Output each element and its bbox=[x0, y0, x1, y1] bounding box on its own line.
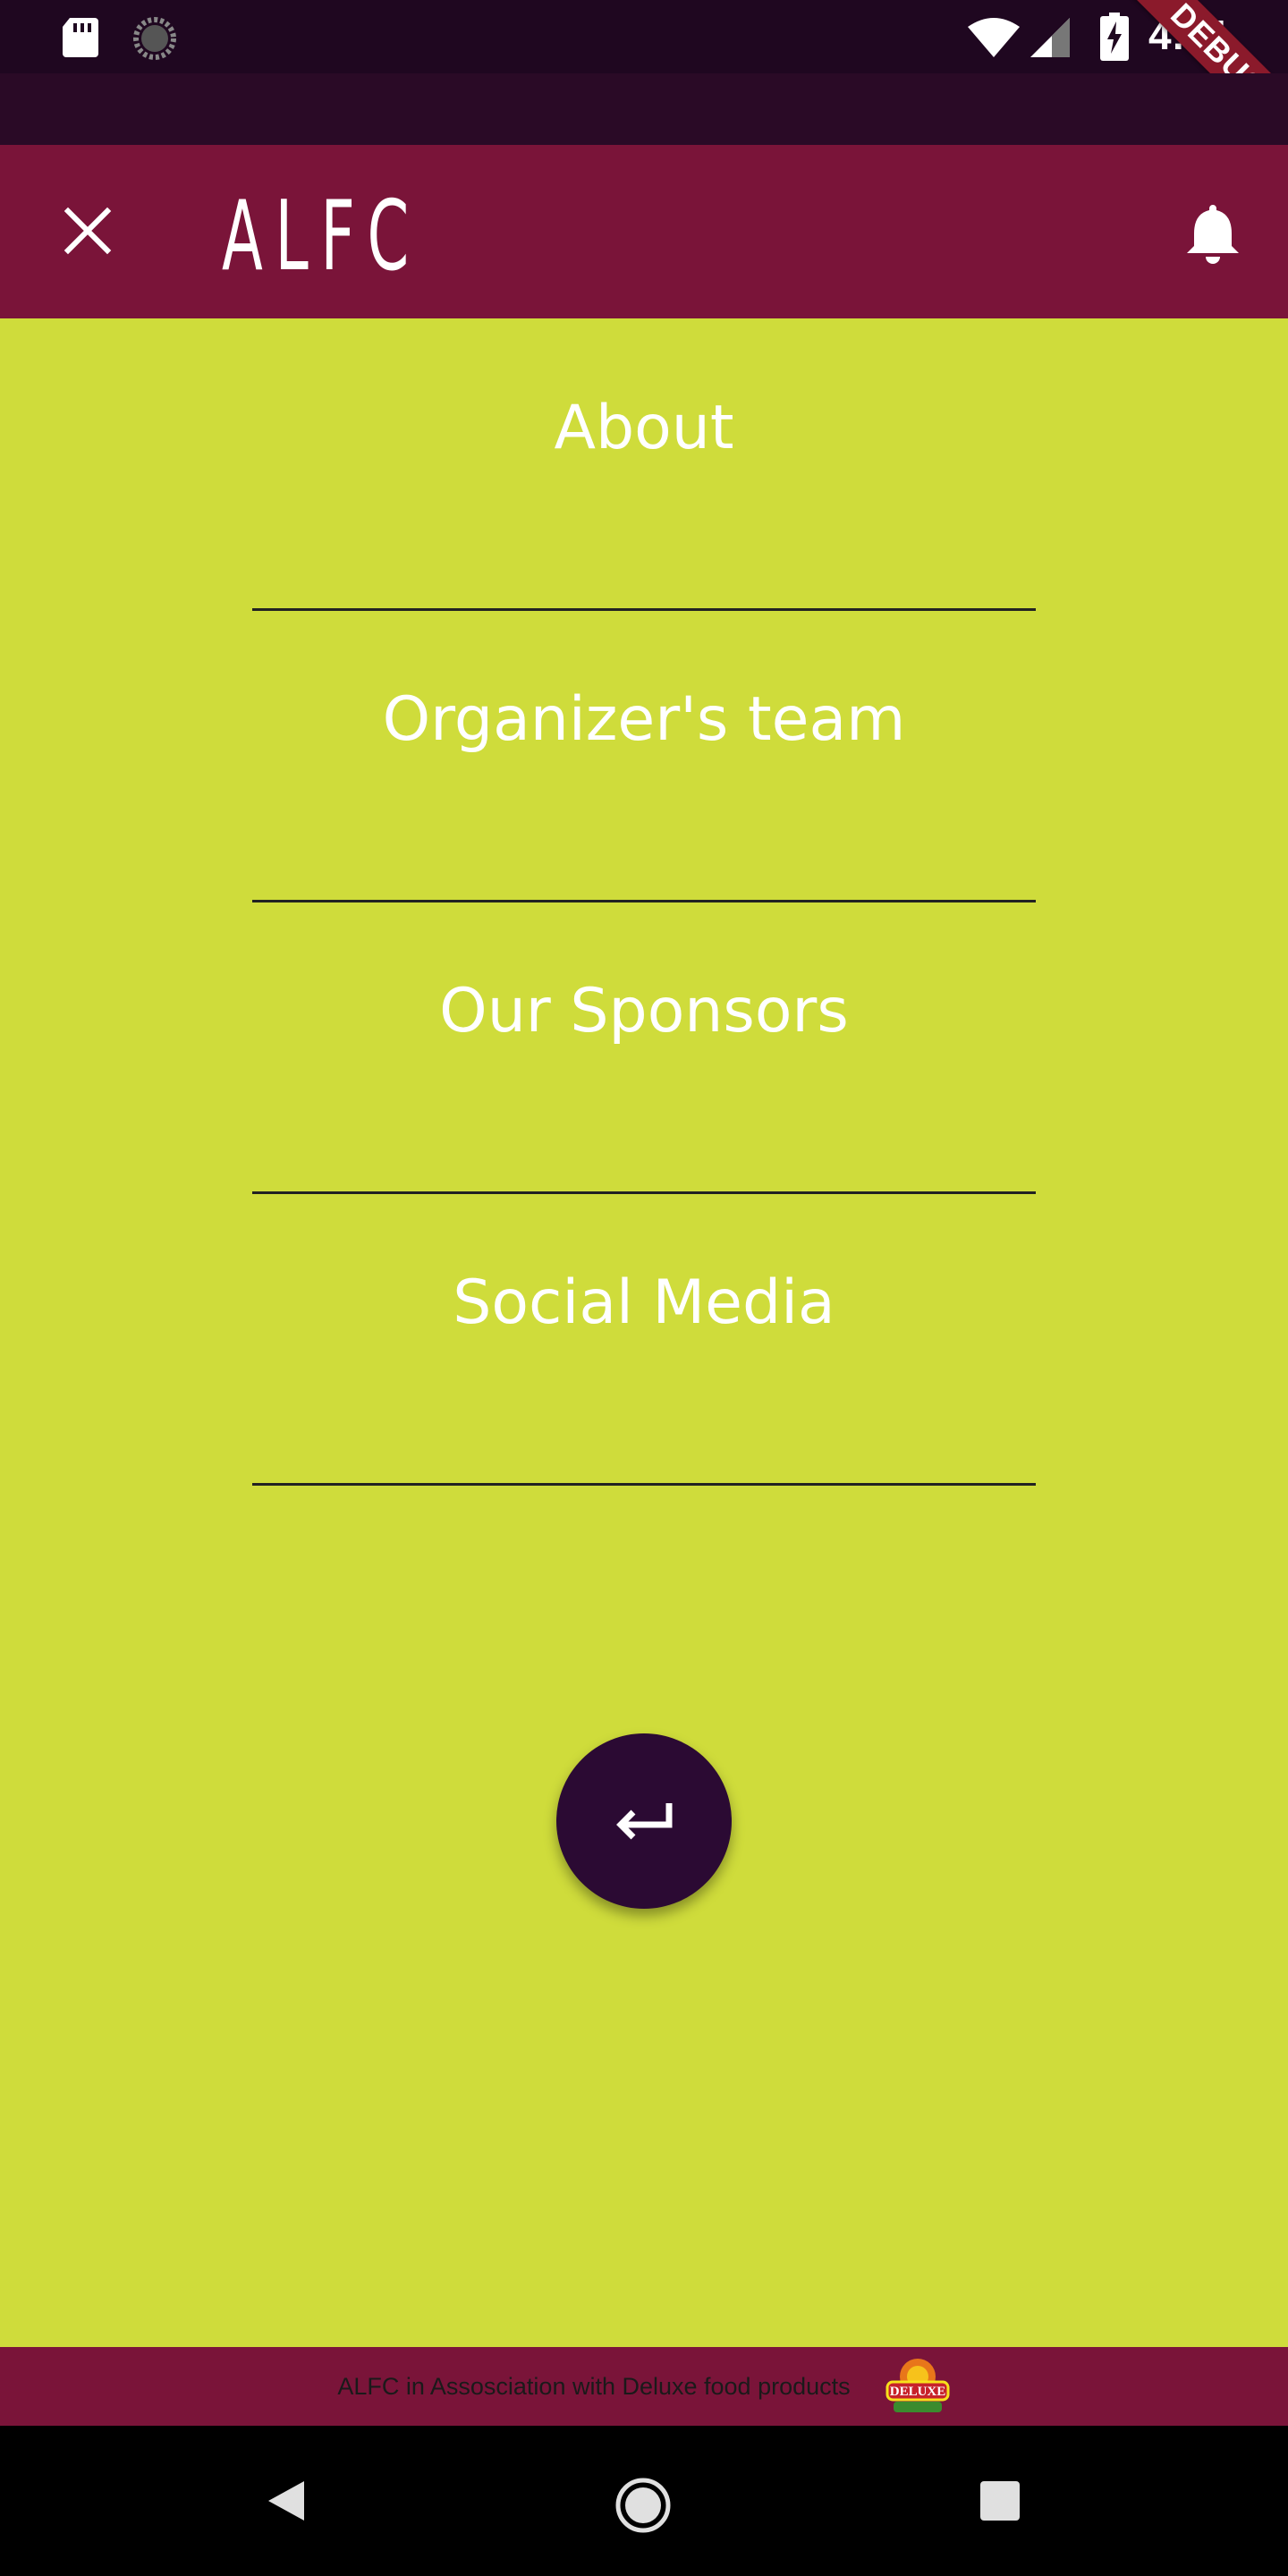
status-bar-extension bbox=[0, 73, 1288, 145]
back-icon[interactable] bbox=[265, 2478, 308, 2524]
home-icon[interactable] bbox=[614, 2476, 673, 2535]
menu-item-our-sponsors[interactable]: Our Sponsors bbox=[252, 902, 1036, 1194]
logo-text: DELUXE bbox=[889, 2385, 945, 2399]
sd-card-icon bbox=[63, 18, 98, 57]
menu-item-label: Organizer's team bbox=[382, 683, 906, 755]
spinner-icon bbox=[133, 17, 176, 60]
menu-item-label: About bbox=[554, 392, 734, 463]
menu-item-social-media[interactable]: Social Media bbox=[252, 1193, 1036, 1486]
menu-item-organizers-team[interactable]: Organizer's team bbox=[252, 610, 1036, 902]
app-bar: ALFC bbox=[0, 145, 1288, 318]
menu-item-label: Our Sponsors bbox=[439, 975, 849, 1046]
deluxe-logo: DELUXE bbox=[886, 2359, 950, 2412]
return-arrow-icon bbox=[616, 1803, 673, 1840]
return-button[interactable] bbox=[556, 1733, 732, 1909]
app-title: ALFC bbox=[222, 181, 421, 292]
footer-banner: ALFC in Assosciation with Deluxe food pr… bbox=[0, 2347, 1288, 2426]
recents-icon[interactable] bbox=[980, 2481, 1020, 2521]
close-icon bbox=[64, 207, 112, 255]
footer-text: ALFC in Assosciation with Deluxe food pr… bbox=[337, 2372, 851, 2400]
battery-charging-icon bbox=[1100, 13, 1129, 61]
menu-item-label: Social Media bbox=[453, 1267, 835, 1338]
status-bar: 4:31 DEBUG bbox=[0, 0, 1288, 153]
close-button[interactable] bbox=[54, 197, 122, 265]
menu-item-about[interactable]: About bbox=[252, 318, 1036, 611]
system-nav-bar bbox=[0, 2426, 1288, 2576]
signal-icon bbox=[1030, 18, 1070, 57]
notification-button[interactable] bbox=[1179, 197, 1247, 268]
wifi-icon bbox=[968, 18, 1020, 57]
bell-icon bbox=[1187, 205, 1239, 264]
